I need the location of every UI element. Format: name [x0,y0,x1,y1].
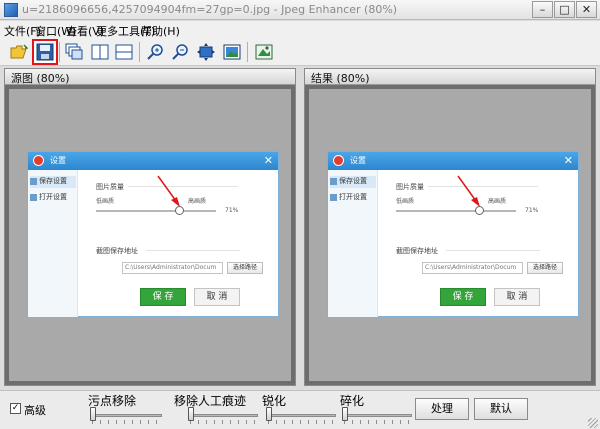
fit-window-button[interactable] [195,41,217,63]
split-vertical-button[interactable] [89,41,111,63]
fit-window-icon [197,43,215,61]
artifact-removal-label: 移除人工痕迹 [174,394,247,408]
source-pane-header: 源图 (80%) [5,69,295,85]
settings-dialog-image: 设置 ✕ 保存设置 打开设置 图片质量 低画质 高画质 71% 截图保存地址 C… [327,151,579,317]
source-pane: 源图 (80%) 设置 ✕ 保存设置 打开设置 图片质量 低画质 高画质 71%… [4,68,296,386]
result-pane-label: 结果 (80%) [311,72,370,85]
sharpen-ticks [268,420,336,424]
hq-checkbox[interactable]: ✓ [10,403,21,414]
source-pane-label: 源图 (80%) [11,72,70,85]
fragment-thumb[interactable] [342,407,348,421]
artifact-removal-track[interactable] [188,414,258,417]
menu-help[interactable]: 帮助(H) [141,23,180,39]
hq-label: 高级 [24,404,46,417]
sharpen-track[interactable] [266,414,336,417]
window-title: u=2186096656,4257094904fm=27gp=0.jpg - J… [22,3,398,16]
fragment-ticks [344,420,412,424]
sharpen-thumb[interactable] [266,407,272,421]
resize-grip[interactable] [588,418,598,428]
minimize-button[interactable]: – [532,1,553,18]
cascade-windows-button[interactable] [63,41,85,63]
red-arrow-icon [157,175,180,207]
preview-button[interactable] [253,41,275,63]
toolbar-separator [59,42,60,62]
zoom-in-icon [147,44,163,60]
artifact-removal-ticks [190,420,258,424]
split-horizontal-button[interactable] [113,41,135,63]
zoom-in-button[interactable] [145,41,167,63]
toolbar-separator [247,42,248,62]
zoom-out-icon [172,44,188,60]
controls-bar: ✓ 高级 污点移除 移除人工痕迹 锐化 碎化 处理 默认 [0,390,600,429]
process-button[interactable]: 处理 [415,398,469,420]
artifact-removal-thumb[interactable] [188,407,194,421]
result-pane: 结果 (80%) 设置 ✕ 保存设置 打开设置 图片质量 低画质 高画质 71%… [304,68,596,386]
maximize-button[interactable]: □ [554,1,575,18]
default-button[interactable]: 默认 [474,398,528,420]
zoom-out-button[interactable] [170,41,192,63]
save-icon [36,43,54,61]
toolbar [0,38,600,66]
split-vertical-icon [91,44,109,60]
split-horizontal-icon [115,44,133,60]
menu-bar: 文件(F) 窗口(W) 查看(V) 更多工具(T) 帮助(H) [0,21,600,38]
actual-size-icon [223,44,241,60]
app-icon [4,3,18,17]
cascade-windows-icon [65,43,83,60]
stain-removal-ticks [92,420,162,424]
toolbar-separator [139,42,140,62]
title-bar: u=2186096656,4257094904fm=27gp=0.jpg - J… [0,0,600,20]
fragment-track[interactable] [342,414,412,417]
result-pane-header: 结果 (80%) [305,69,595,85]
preview-icon [255,44,273,60]
source-image: 设置 ✕ 保存设置 打开设置 图片质量 低画质 高画质 71% 截图保存地址 C… [9,89,291,381]
result-image: 设置 ✕ 保存设置 打开设置 图片质量 低画质 高画质 71% 截图保存地址 C… [309,89,591,381]
actual-size-button[interactable] [221,41,243,63]
open-icon [10,44,28,59]
red-arrow-icon [457,175,480,207]
save-button[interactable] [32,39,58,65]
stain-removal-thumb[interactable] [90,407,96,421]
open-button[interactable] [8,41,30,63]
stain-removal-track[interactable] [90,414,162,417]
settings-dialog-image: 设置 ✕ 保存设置 打开设置 图片质量 低画质 高画质 71% 截图保存地址 C… [27,151,279,317]
close-button[interactable]: ✕ [576,1,597,18]
